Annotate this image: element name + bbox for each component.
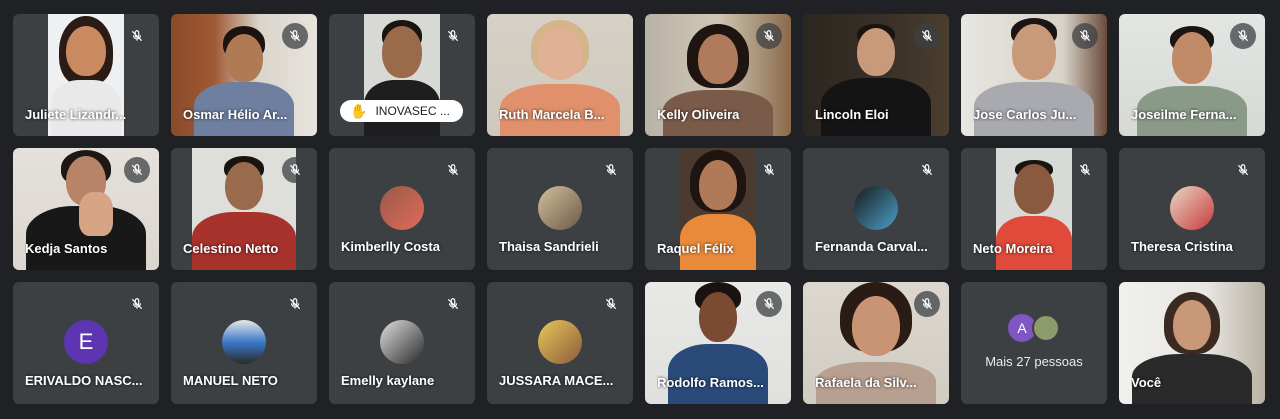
participant-name: Rafaela da Silv... xyxy=(815,375,917,390)
participant-tile[interactable]: Joseilme Ferna... xyxy=(1119,14,1265,136)
participant-tile[interactable]: Neto Moreira xyxy=(961,148,1107,270)
avatar: E xyxy=(64,320,108,364)
participant-tile[interactable]: Jose Carlos Ju... xyxy=(961,14,1107,136)
participant-name: Kedja Santos xyxy=(25,241,108,256)
participant-tile[interactable]: E ERIVALDO NASC... xyxy=(13,282,159,404)
participant-tile[interactable]: Fernanda Carval... xyxy=(803,148,949,270)
avatar xyxy=(222,320,266,364)
avatar xyxy=(538,320,582,364)
participant-tile[interactable]: Juliete Lizandr... xyxy=(13,14,159,136)
participant-name: Kimberlly Costa xyxy=(341,239,440,254)
participant-name: Juliete Lizandr... xyxy=(25,107,127,122)
mic-off-icon xyxy=(1072,157,1098,183)
participant-name: Você xyxy=(1131,375,1162,390)
mic-off-icon xyxy=(124,291,150,317)
participant-name: ERIVALDO NASC... xyxy=(25,373,143,388)
more-participants-label: Mais 27 pessoas xyxy=(985,354,1083,369)
mic-off-icon xyxy=(756,157,782,183)
mic-off-icon xyxy=(598,157,624,183)
participant-tile[interactable]: Rafaela da Silv... xyxy=(803,282,949,404)
participant-tile[interactable]: Rodolfo Ramos... xyxy=(645,282,791,404)
participant-tile[interactable]: MANUEL NETO xyxy=(171,282,317,404)
participant-name: Kelly Oliveira xyxy=(657,107,740,122)
mic-off-icon xyxy=(282,23,308,49)
participant-name: Osmar Hélio Ar... xyxy=(183,107,288,122)
participant-tile[interactable]: JUSSARA MACE... xyxy=(487,282,633,404)
mic-off-icon xyxy=(598,291,624,317)
participant-name: Neto Moreira xyxy=(973,241,1053,256)
raised-hand-icon: ✋ xyxy=(350,102,368,119)
mic-off-icon xyxy=(440,157,466,183)
mic-off-icon xyxy=(914,291,940,317)
participant-name: Thaisa Sandrieli xyxy=(499,239,599,254)
participant-tile[interactable]: Lincoln Eloi xyxy=(803,14,949,136)
mic-off-icon xyxy=(440,291,466,317)
participant-name: Joseilme Ferna... xyxy=(1131,107,1237,122)
mic-off-icon xyxy=(914,23,940,49)
participant-tile[interactable]: Kelly Oliveira xyxy=(645,14,791,136)
participant-name: Ruth Marcela B... xyxy=(499,107,605,122)
participant-tile[interactable]: Osmar Hélio Ar... xyxy=(171,14,317,136)
self-view-tile[interactable]: Você xyxy=(1119,282,1265,404)
mic-off-icon xyxy=(756,23,782,49)
avatar xyxy=(538,186,582,230)
participant-name: Jose Carlos Ju... xyxy=(973,107,1077,122)
participant-name: Theresa Cristina xyxy=(1131,239,1233,254)
mic-off-icon xyxy=(1230,157,1256,183)
participant-grid: Juliete Lizandr... Osmar Hélio Ar... ✋ I… xyxy=(13,14,1265,404)
participant-tile[interactable]: Celestino Netto xyxy=(171,148,317,270)
avatar xyxy=(380,320,424,364)
participant-name: INOVASEC ... xyxy=(375,104,450,118)
participant-tile[interactable]: Kimberlly Costa xyxy=(329,148,475,270)
mic-off-icon xyxy=(1230,23,1256,49)
participant-name: Lincoln Eloi xyxy=(815,107,889,122)
mic-off-icon xyxy=(440,23,466,49)
participant-name: MANUEL NETO xyxy=(183,373,278,388)
avatar xyxy=(1032,314,1060,342)
mic-off-icon xyxy=(282,157,308,183)
mic-off-icon xyxy=(1072,23,1098,49)
mic-off-icon xyxy=(756,291,782,317)
avatar xyxy=(1170,186,1214,230)
raised-hand-chip: ✋ INOVASEC ... xyxy=(340,100,463,122)
participant-tile[interactable]: Ruth Marcela B... xyxy=(487,14,633,136)
participant-name: JUSSARA MACE... xyxy=(499,373,614,388)
more-participants-tile[interactable]: A Mais 27 pessoas xyxy=(961,282,1107,404)
avatar xyxy=(380,186,424,230)
participant-name: Rodolfo Ramos... xyxy=(657,375,764,390)
avatar xyxy=(854,186,898,230)
participant-name: Celestino Netto xyxy=(183,241,279,256)
mic-off-icon xyxy=(914,157,940,183)
participant-tile[interactable]: Raquel Félix xyxy=(645,148,791,270)
participant-tile[interactable]: Emelly kaylane xyxy=(329,282,475,404)
participant-name: Emelly kaylane xyxy=(341,373,435,388)
participant-tile[interactable]: ✋ INOVASEC ... xyxy=(329,14,475,136)
mic-off-icon xyxy=(282,291,308,317)
participant-tile[interactable]: Kedja Santos xyxy=(13,148,159,270)
participant-tile[interactable]: Theresa Cristina xyxy=(1119,148,1265,270)
mic-off-icon xyxy=(124,23,150,49)
mic-off-icon xyxy=(124,157,150,183)
more-participants-avatars: A xyxy=(1008,314,1068,344)
participant-name: Fernanda Carval... xyxy=(815,239,928,254)
participant-name: Raquel Félix xyxy=(657,241,734,256)
participant-tile[interactable]: Thaisa Sandrieli xyxy=(487,148,633,270)
